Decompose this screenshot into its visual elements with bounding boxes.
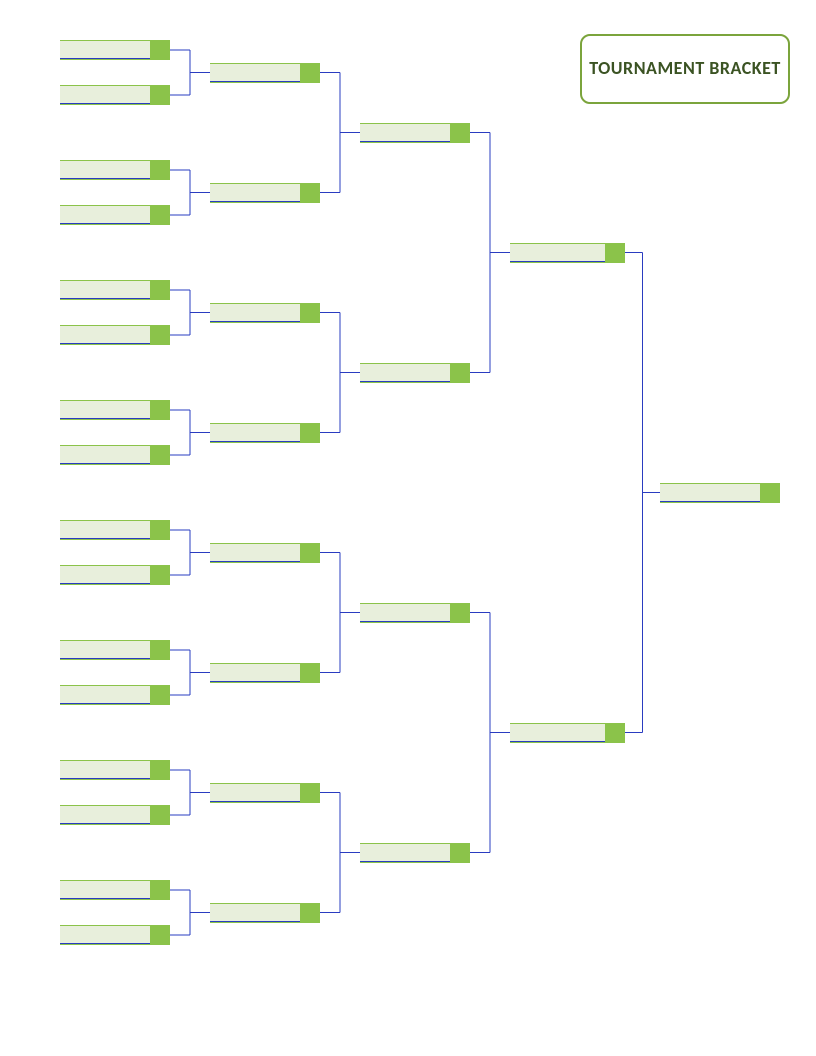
score-input[interactable] xyxy=(150,881,170,899)
team-input[interactable] xyxy=(510,244,605,262)
score-input[interactable] xyxy=(300,304,320,322)
score-input[interactable] xyxy=(150,566,170,584)
bracket-slot-r0-15[interactable] xyxy=(60,925,170,945)
team-input[interactable] xyxy=(210,184,300,202)
bracket-slot-r3-1[interactable] xyxy=(510,723,625,743)
score-input[interactable] xyxy=(450,124,470,142)
score-input[interactable] xyxy=(150,521,170,539)
team-input[interactable] xyxy=(60,761,150,779)
bracket-slot-r0-12[interactable] xyxy=(60,760,170,780)
team-input[interactable] xyxy=(360,844,450,862)
score-input[interactable] xyxy=(300,184,320,202)
team-input[interactable] xyxy=(60,881,150,899)
team-input[interactable] xyxy=(360,124,450,142)
team-input[interactable] xyxy=(60,446,150,464)
team-input[interactable] xyxy=(360,604,450,622)
team-input[interactable] xyxy=(60,521,150,539)
bracket-slot-r2-3[interactable] xyxy=(360,843,470,863)
score-input[interactable] xyxy=(150,86,170,104)
score-input[interactable] xyxy=(150,806,170,824)
bracket-slot-r4-0[interactable] xyxy=(660,483,780,503)
bracket-title-text: TOURNAMENT BRACKET xyxy=(589,57,781,80)
bracket-slot-r2-1[interactable] xyxy=(360,363,470,383)
bracket-slot-r0-1[interactable] xyxy=(60,85,170,105)
score-input[interactable] xyxy=(150,206,170,224)
team-input[interactable] xyxy=(60,806,150,824)
score-input[interactable] xyxy=(760,484,780,502)
score-input[interactable] xyxy=(150,41,170,59)
score-input[interactable] xyxy=(300,784,320,802)
bracket-slot-r0-9[interactable] xyxy=(60,565,170,585)
score-input[interactable] xyxy=(605,244,625,262)
bracket-slot-r1-0[interactable] xyxy=(210,63,320,83)
bracket-slot-r2-2[interactable] xyxy=(360,603,470,623)
team-input[interactable] xyxy=(210,304,300,322)
bracket-slot-r0-13[interactable] xyxy=(60,805,170,825)
bracket-slot-r0-6[interactable] xyxy=(60,400,170,420)
bracket-slot-r3-0[interactable] xyxy=(510,243,625,263)
team-input[interactable] xyxy=(60,86,150,104)
bracket-slot-r0-2[interactable] xyxy=(60,160,170,180)
team-input[interactable] xyxy=(660,484,760,502)
score-input[interactable] xyxy=(450,844,470,862)
team-input[interactable] xyxy=(60,206,150,224)
score-input[interactable] xyxy=(150,761,170,779)
bracket-slot-r0-14[interactable] xyxy=(60,880,170,900)
bracket-slot-r0-8[interactable] xyxy=(60,520,170,540)
score-input[interactable] xyxy=(150,926,170,944)
bracket-slot-r0-5[interactable] xyxy=(60,325,170,345)
score-input[interactable] xyxy=(300,664,320,682)
bracket-slot-r2-0[interactable] xyxy=(360,123,470,143)
bracket-slot-r0-7[interactable] xyxy=(60,445,170,465)
score-input[interactable] xyxy=(150,281,170,299)
bracket-slot-r0-11[interactable] xyxy=(60,685,170,705)
score-input[interactable] xyxy=(150,641,170,659)
bracket-slot-r0-4[interactable] xyxy=(60,280,170,300)
team-input[interactable] xyxy=(210,64,300,82)
team-input[interactable] xyxy=(60,401,150,419)
score-input[interactable] xyxy=(150,446,170,464)
team-input[interactable] xyxy=(210,664,300,682)
score-input[interactable] xyxy=(605,724,625,742)
score-input[interactable] xyxy=(150,326,170,344)
bracket-slot-r1-5[interactable] xyxy=(210,663,320,683)
team-input[interactable] xyxy=(60,926,150,944)
bracket-slot-r1-6[interactable] xyxy=(210,783,320,803)
score-input[interactable] xyxy=(300,64,320,82)
score-input[interactable] xyxy=(450,364,470,382)
bracket-slot-r0-3[interactable] xyxy=(60,205,170,225)
score-input[interactable] xyxy=(150,686,170,704)
team-input[interactable] xyxy=(60,41,150,59)
bracket-slot-r1-7[interactable] xyxy=(210,903,320,923)
team-input[interactable] xyxy=(510,724,605,742)
score-input[interactable] xyxy=(300,544,320,562)
team-input[interactable] xyxy=(210,904,300,922)
team-input[interactable] xyxy=(60,686,150,704)
team-input[interactable] xyxy=(60,161,150,179)
team-input[interactable] xyxy=(60,641,150,659)
bracket-title: TOURNAMENT BRACKET xyxy=(580,34,790,104)
team-input[interactable] xyxy=(60,281,150,299)
bracket-slot-r0-0[interactable] xyxy=(60,40,170,60)
team-input[interactable] xyxy=(210,424,300,442)
score-input[interactable] xyxy=(300,904,320,922)
bracket-slot-r0-10[interactable] xyxy=(60,640,170,660)
bracket-slot-r1-1[interactable] xyxy=(210,183,320,203)
team-input[interactable] xyxy=(60,326,150,344)
bracket-slot-r1-2[interactable] xyxy=(210,303,320,323)
team-input[interactable] xyxy=(210,544,300,562)
score-input[interactable] xyxy=(150,161,170,179)
team-input[interactable] xyxy=(360,364,450,382)
score-input[interactable] xyxy=(300,424,320,442)
score-input[interactable] xyxy=(150,401,170,419)
team-input[interactable] xyxy=(210,784,300,802)
bracket-slot-r1-3[interactable] xyxy=(210,423,320,443)
bracket-slot-r1-4[interactable] xyxy=(210,543,320,563)
team-input[interactable] xyxy=(60,566,150,584)
score-input[interactable] xyxy=(450,604,470,622)
